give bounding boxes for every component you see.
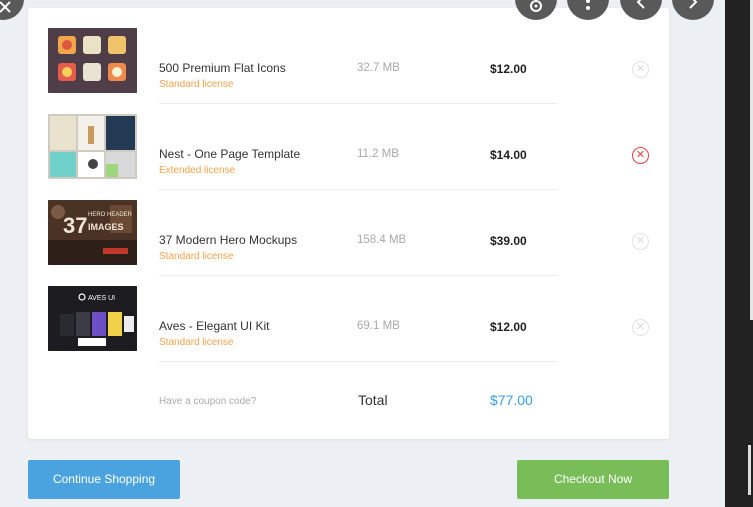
cart-item: 37 HERO HEADER IMAGES 37 Modern Hero Moc…: [28, 190, 669, 276]
continue-shopping-button[interactable]: Continue Shopping: [28, 460, 180, 499]
mockup-number: 37: [63, 213, 87, 238]
cart-item: Nest - One Page Template Extended licens…: [28, 104, 669, 190]
cart-panel: 500 Premium Flat Icons Standard license …: [28, 8, 669, 439]
item-size: 158.4 MB: [357, 234, 407, 246]
item-price: $12.00: [490, 62, 527, 76]
mockup-caption: HERO HEADER: [88, 212, 133, 218]
more-options-icon: [586, 0, 590, 10]
item-license: Standard license: [159, 251, 234, 262]
close-icon: [0, 1, 11, 13]
item-price: $39.00: [490, 234, 527, 248]
item-thumbnail: [48, 114, 137, 179]
item-thumbnail: AVES UI: [48, 286, 137, 351]
item-thumbnail: [48, 28, 137, 93]
remove-item-button[interactable]: ✕: [632, 147, 649, 164]
item-name[interactable]: Nest - One Page Template: [159, 147, 300, 161]
cart-item: AVES UI Aves - Elegant UI Kit Standard l…: [28, 276, 669, 362]
next-button[interactable]: [672, 0, 714, 20]
lens-icon: [530, 0, 542, 12]
item-size: 11.2 MB: [357, 148, 399, 160]
total-label: Total: [358, 392, 388, 408]
next-icon: [689, 0, 698, 9]
item-name[interactable]: Aves - Elegant UI Kit: [159, 319, 270, 333]
close-icon: ✕: [635, 149, 646, 161]
remove-item-button[interactable]: ✕: [632, 61, 649, 78]
item-size: 69.1 MB: [357, 320, 400, 332]
previous-icon: [636, 0, 645, 9]
item-name[interactable]: 37 Modern Hero Mockups: [159, 233, 297, 247]
item-size: 32.7 MB: [357, 62, 400, 74]
cart-item: 500 Premium Flat Icons Standard license …: [28, 18, 669, 104]
item-price: $14.00: [490, 148, 527, 162]
remove-item-button[interactable]: ✕: [632, 233, 649, 250]
close-icon: ✕: [635, 321, 646, 333]
checkout-button[interactable]: Checkout Now: [517, 460, 669, 499]
side-panel-edge: [725, 0, 753, 507]
close-icon: ✕: [635, 63, 646, 75]
close-icon: ✕: [635, 235, 646, 247]
mockup-caption-2: IMAGES: [88, 222, 124, 232]
ui-kit-logo-text: AVES UI: [88, 295, 115, 302]
item-license: Standard license: [159, 79, 234, 90]
item-price: $12.00: [490, 320, 527, 334]
divider: [159, 361, 557, 362]
item-license: Standard license: [159, 337, 234, 348]
scrollbar-thumb[interactable]: [748, 445, 751, 495]
item-license: Extended license: [159, 165, 236, 176]
close-button[interactable]: [0, 0, 24, 20]
item-name[interactable]: 500 Premium Flat Icons: [159, 61, 286, 75]
item-thumbnail: 37 HERO HEADER IMAGES: [48, 200, 137, 265]
total-value: $77.00: [490, 392, 533, 408]
remove-item-button[interactable]: ✕: [632, 319, 649, 336]
coupon-link[interactable]: Have a coupon code?: [159, 396, 256, 407]
